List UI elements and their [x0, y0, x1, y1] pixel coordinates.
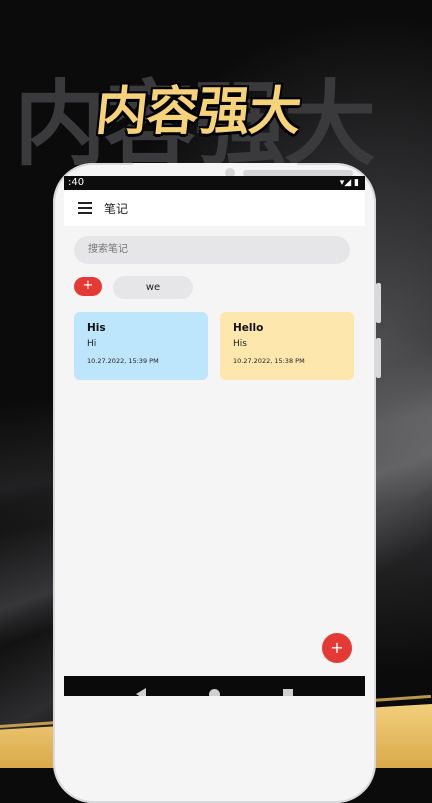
- home-icon[interactable]: [208, 688, 220, 696]
- menu-icon[interactable]: [78, 202, 92, 214]
- status-icons: ▾◢ ▮: [339, 178, 359, 188]
- app-bar: 笔记: [64, 190, 365, 226]
- add-note-button[interactable]: +: [322, 633, 352, 663]
- page-title: 笔记: [104, 201, 129, 216]
- note-card[interactable]: His Hi 10.27.2022, 15:39 PM: [74, 312, 208, 380]
- note-title: Hello: [233, 322, 264, 334]
- back-icon[interactable]: [135, 688, 146, 696]
- app-screen: :40 ▾◢ ▮ 笔记 + we His Hi 10.27.2022, 15:3…: [64, 176, 365, 696]
- system-nav-bar: [64, 676, 365, 696]
- phone-volume-button: [376, 283, 381, 323]
- add-category-button[interactable]: +: [74, 277, 102, 296]
- search-input[interactable]: [74, 236, 350, 264]
- recent-apps-icon[interactable]: [283, 689, 294, 696]
- note-date: 10.27.2022, 15:38 PM: [233, 357, 305, 365]
- phone-frame: :40 ▾◢ ▮ 笔记 + we His Hi 10.27.2022, 15:3…: [53, 163, 376, 803]
- category-chip-we[interactable]: we: [113, 276, 193, 299]
- status-time: :40: [68, 177, 85, 188]
- note-body: Hi: [87, 339, 97, 349]
- promo-title: 内容强大: [92, 82, 304, 142]
- note-date: 10.27.2022, 15:39 PM: [87, 357, 159, 365]
- note-title: His: [87, 322, 106, 334]
- status-bar: :40 ▾◢ ▮: [64, 176, 365, 190]
- phone-power-button: [376, 338, 381, 378]
- note-body: His: [233, 339, 247, 349]
- note-card[interactable]: Hello His 10.27.2022, 15:38 PM: [220, 312, 354, 380]
